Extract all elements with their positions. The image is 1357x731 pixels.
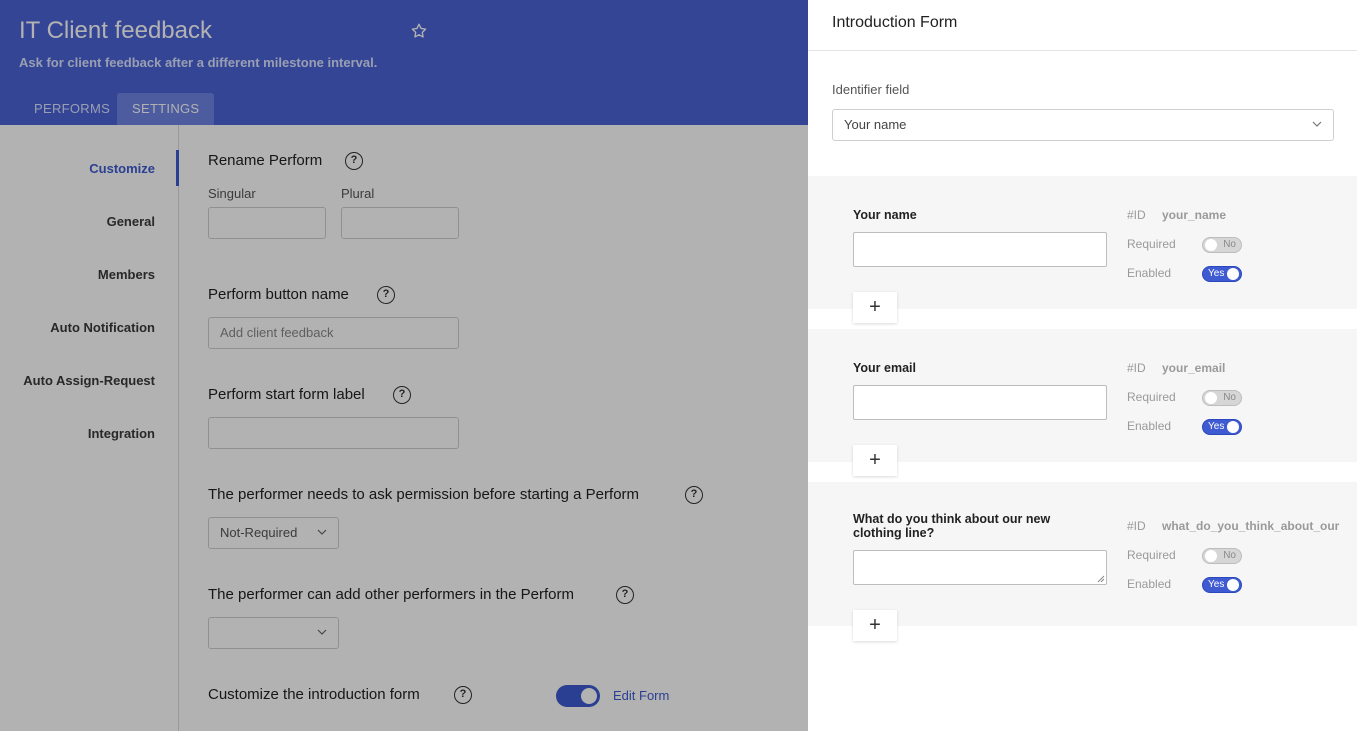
toggle-knob xyxy=(1227,268,1239,280)
form-field-card: What do you think about our new clothing… xyxy=(808,482,1357,641)
enabled-label: Enabled xyxy=(1127,266,1172,280)
identifier-select[interactable]: Your name xyxy=(832,109,1334,141)
panel-title: Introduction Form xyxy=(832,14,958,31)
required-toggle[interactable]: No xyxy=(1202,548,1242,564)
toggle-text: No xyxy=(1223,239,1236,250)
field-textarea[interactable] xyxy=(853,550,1107,585)
introduction-form-panel: Introduction Form Identifier field Your … xyxy=(808,0,1357,731)
add-field-button[interactable]: + xyxy=(853,610,897,641)
toggle-knob xyxy=(1227,421,1239,433)
enabled-label: Enabled xyxy=(1127,419,1172,433)
id-prefix: #ID xyxy=(1127,208,1146,222)
plus-icon: + xyxy=(869,449,881,471)
field-id: what_do_you_think_about_our xyxy=(1162,519,1340,533)
enabled-toggle[interactable]: Yes xyxy=(1202,266,1242,282)
required-label: Required xyxy=(1127,390,1176,404)
toggle-text: Yes xyxy=(1208,579,1225,590)
toggle-knob xyxy=(1227,579,1239,591)
add-field-button[interactable]: + xyxy=(853,292,897,323)
enabled-label: Enabled xyxy=(1127,577,1172,591)
enabled-toggle[interactable]: Yes xyxy=(1202,577,1242,593)
enabled-toggle[interactable]: Yes xyxy=(1202,419,1242,435)
required-label: Required xyxy=(1127,548,1176,562)
plus-icon: + xyxy=(869,296,881,318)
field-id: your_email xyxy=(1162,361,1226,375)
required-toggle[interactable]: No xyxy=(1202,237,1242,253)
form-field-card: Your name #ID your_name Required No Enab… xyxy=(808,176,1357,323)
plus-icon: + xyxy=(869,614,881,636)
field-id: your_name xyxy=(1162,208,1227,222)
toggle-text: No xyxy=(1223,550,1236,561)
toggle-knob xyxy=(1205,550,1217,562)
toggle-text: Yes xyxy=(1208,421,1225,432)
form-field-card: Your email #ID your_email Required No En… xyxy=(808,329,1357,476)
toggle-text: Yes xyxy=(1208,268,1225,279)
field-input[interactable] xyxy=(853,385,1107,420)
toggle-knob xyxy=(1205,392,1217,404)
toggle-text: No xyxy=(1223,392,1236,403)
id-prefix: #ID xyxy=(1127,519,1146,533)
toggle-knob xyxy=(1205,239,1217,251)
field-label: Your email xyxy=(853,361,916,375)
modal-overlay[interactable] xyxy=(0,0,808,731)
required-toggle[interactable]: No xyxy=(1202,390,1242,406)
add-field-button[interactable]: + xyxy=(853,445,897,476)
panel-divider xyxy=(808,50,1357,51)
required-label: Required xyxy=(1127,237,1176,251)
field-label: What do you think about our new clothing… xyxy=(853,512,1051,540)
identifier-field-label: Identifier field xyxy=(832,82,910,97)
chevron-down-icon xyxy=(1312,121,1322,127)
field-input[interactable] xyxy=(853,232,1107,267)
id-prefix: #ID xyxy=(1127,361,1146,375)
field-label: Your name xyxy=(853,208,917,222)
identifier-select-value: Your name xyxy=(844,117,907,132)
resize-grip-icon[interactable] xyxy=(1097,575,1105,583)
